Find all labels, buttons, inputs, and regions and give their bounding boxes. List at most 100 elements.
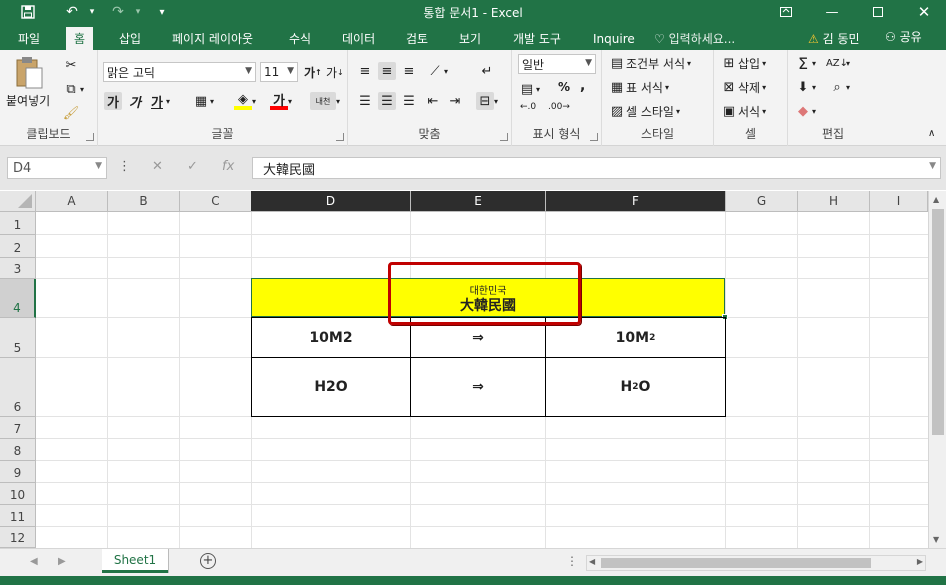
- italic-button[interactable]: 가: [126, 92, 144, 111]
- copy-icon[interactable]: ⧉ ▾: [62, 80, 84, 98]
- row-header-5[interactable]: 5: [0, 318, 36, 358]
- scroll-down-icon[interactable]: ▼: [933, 535, 939, 544]
- clear-icon[interactable]: ◆ ▾: [794, 102, 816, 120]
- scroll-right-icon[interactable]: ▶: [917, 557, 923, 566]
- comma-button[interactable]: ,: [580, 78, 585, 94]
- tab-data[interactable]: 데이터: [334, 27, 383, 50]
- alignment-launcher-icon[interactable]: [500, 133, 508, 141]
- row-header-2[interactable]: 2: [0, 235, 36, 258]
- accounting-icon[interactable]: ▤ ▾: [518, 80, 540, 98]
- tab-developer[interactable]: 개발 도구: [505, 27, 569, 50]
- tell-me-box[interactable]: ♡ 입력하세요...: [654, 30, 735, 47]
- scroll-left-icon[interactable]: ◀: [589, 557, 595, 566]
- font-name-dropdown[interactable]: 맑은 고딕 ▼: [103, 62, 256, 82]
- tab-view[interactable]: 보기: [451, 27, 489, 50]
- column-header-d[interactable]: D: [251, 191, 411, 212]
- row-header-8[interactable]: 8: [0, 439, 36, 461]
- row-header-1[interactable]: 1: [0, 212, 36, 235]
- cancel-icon[interactable]: ✕: [152, 159, 163, 174]
- find-select-icon[interactable]: ⌕ ▾: [828, 78, 850, 96]
- row-header-11[interactable]: 11: [0, 505, 36, 527]
- tab-home[interactable]: 홈: [66, 27, 94, 50]
- close-icon[interactable]: ✕: [904, 0, 944, 24]
- tab-file[interactable]: 파일: [10, 27, 48, 50]
- tab-formulas[interactable]: 수식: [281, 27, 319, 50]
- sheet-tab-sheet1[interactable]: Sheet1: [102, 549, 168, 573]
- number-format-dropdown[interactable]: 일반 ▼: [518, 54, 596, 74]
- decrease-font-icon[interactable]: 가 ↓: [326, 64, 344, 81]
- more-options-icon[interactable]: ⋮: [118, 159, 131, 174]
- maximize-icon[interactable]: [858, 0, 898, 24]
- insert-cells-button[interactable]: ⊞ 삽입 ▾: [720, 54, 767, 72]
- increase-indent-icon[interactable]: ⇥: [446, 92, 464, 110]
- phonetic-button[interactable]: 내천 ▾: [310, 92, 340, 110]
- user-account[interactable]: ⚠ 김 동민: [808, 30, 860, 47]
- increase-decimal-icon[interactable]: ←.0: [520, 102, 536, 112]
- cell-e6[interactable]: ⇒: [411, 358, 546, 417]
- column-header-c[interactable]: C: [180, 191, 252, 212]
- vertical-scroll-thumb[interactable]: [932, 209, 944, 435]
- align-bottom-icon[interactable]: ≡: [400, 62, 418, 80]
- add-sheet-icon[interactable]: +: [200, 553, 216, 569]
- tab-split-icon[interactable]: ⋮: [566, 554, 578, 568]
- fill-icon[interactable]: ⬇ ▾: [794, 78, 816, 96]
- insert-function-icon[interactable]: fx: [222, 159, 234, 174]
- align-center-icon[interactable]: ☰: [378, 92, 396, 110]
- merge-center-icon[interactable]: ⊟ ▾: [476, 92, 498, 110]
- tab-review[interactable]: 검토: [398, 27, 436, 50]
- row-header-7[interactable]: 7: [0, 417, 36, 439]
- align-middle-icon[interactable]: ≡: [378, 62, 396, 80]
- decrease-indent-icon[interactable]: ⇤: [424, 92, 442, 110]
- cell-f6[interactable]: H2O: [546, 358, 726, 417]
- row-header-12[interactable]: 12: [0, 527, 36, 548]
- row-header-4[interactable]: 4: [0, 279, 36, 318]
- align-left-icon[interactable]: ☰: [356, 92, 374, 110]
- cell-styles-button[interactable]: ▨ 셀 스타일 ▾: [608, 102, 680, 120]
- column-header-b[interactable]: B: [108, 191, 180, 212]
- column-header-e[interactable]: E: [411, 191, 546, 212]
- formula-input[interactable]: 大韓民國 ▼: [252, 157, 941, 179]
- scroll-up-icon[interactable]: ▲: [933, 195, 939, 204]
- row-header-9[interactable]: 9: [0, 461, 36, 483]
- tab-insert[interactable]: 삽입: [111, 27, 149, 50]
- underline-button[interactable]: 가 ▾: [148, 92, 170, 111]
- row-header-6[interactable]: 6: [0, 358, 36, 417]
- format-cells-button[interactable]: ▣ 서식 ▾: [720, 102, 766, 120]
- row-header-10[interactable]: 10: [0, 483, 36, 505]
- font-size-dropdown[interactable]: 11 ▼: [260, 62, 298, 82]
- worksheet-grid[interactable]: 대한민국 大韓民國 10M2 ⇒ 10M 2 H2O ⇒ H2O: [36, 212, 928, 548]
- autosum-icon[interactable]: Σ ▾: [794, 54, 816, 73]
- borders-button[interactable]: ▦ ▾: [192, 92, 214, 110]
- select-all-button[interactable]: [0, 191, 36, 212]
- next-sheet-icon[interactable]: ▶: [58, 556, 66, 567]
- percent-button[interactable]: %: [558, 80, 570, 94]
- column-header-i[interactable]: I: [870, 191, 928, 212]
- enter-icon[interactable]: ✓: [187, 159, 198, 174]
- font-color-button[interactable]: 가 ▾: [270, 92, 292, 110]
- sort-filter-icon[interactable]: AZ↓ ▾: [826, 54, 850, 72]
- horizontal-scrollbar[interactable]: ◀ ▶: [586, 555, 926, 571]
- conditional-format-button[interactable]: ▤ 조건부 서식 ▾: [608, 54, 691, 72]
- delete-cells-button[interactable]: ⊠ 삭제 ▾: [720, 78, 767, 96]
- column-header-a[interactable]: A: [36, 191, 108, 212]
- font-launcher-icon[interactable]: [336, 133, 344, 141]
- horizontal-scroll-thumb[interactable]: [601, 558, 871, 568]
- prev-sheet-icon[interactable]: ◀: [30, 556, 38, 567]
- share-button[interactable]: ⚇ 공유: [881, 28, 926, 45]
- align-top-icon[interactable]: ≡: [356, 62, 374, 80]
- name-box[interactable]: D4 ▼: [7, 157, 107, 179]
- increase-font-icon[interactable]: 가 ↑: [304, 64, 322, 81]
- row-header-3[interactable]: 3: [0, 258, 36, 279]
- orientation-icon[interactable]: ⟋ ▾: [426, 62, 448, 80]
- clipboard-launcher-icon[interactable]: [86, 133, 94, 141]
- tab-inquire[interactable]: Inquire: [585, 27, 643, 50]
- collapse-ribbon-icon[interactable]: ∧: [928, 128, 935, 139]
- column-header-g[interactable]: G: [726, 191, 798, 212]
- minimize-icon[interactable]: —: [812, 0, 852, 24]
- number-launcher-icon[interactable]: [590, 133, 598, 141]
- wrap-text-icon[interactable]: ↵: [478, 62, 496, 80]
- format-painter-icon[interactable]: 🖌: [62, 104, 80, 122]
- bold-button[interactable]: 가: [104, 92, 122, 111]
- paste-button[interactable]: 붙여넣기: [6, 54, 50, 109]
- cell-d6[interactable]: H2O: [252, 358, 411, 417]
